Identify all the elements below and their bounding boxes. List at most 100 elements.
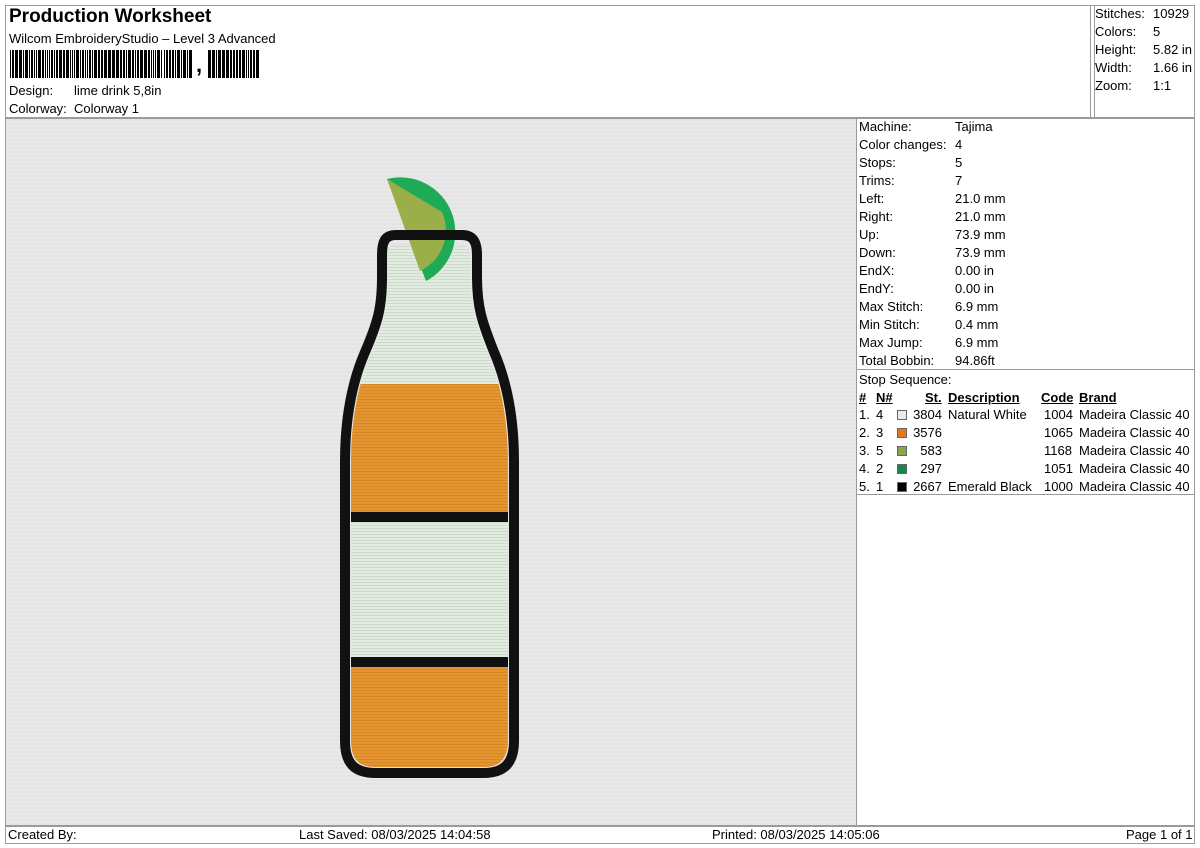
barcode-bar [157, 50, 160, 78]
info-value: 21.0 mm [955, 191, 1006, 206]
page-number: Page 1 of 1 [1126, 827, 1193, 842]
info-row: Color changes: 4 [859, 137, 962, 152]
barcode-bar [189, 50, 192, 78]
barcode-bar [25, 50, 28, 78]
stop-cell-brand: Madeira Classic 40 [1079, 407, 1190, 422]
info-value: 4 [955, 137, 963, 152]
stop-cell-n: 4 [876, 407, 884, 422]
barcode-bar [208, 50, 211, 78]
barcode-bar [212, 50, 215, 78]
info-value: 7 [955, 173, 963, 188]
info-label: Max Jump: [859, 335, 923, 350]
barcode-bar [29, 50, 30, 78]
col-header-brand: Brand [1079, 390, 1117, 405]
barcode-bar [54, 50, 55, 78]
barcode-bar [137, 50, 139, 78]
barcode-bar [89, 50, 91, 78]
info-label: Right: [859, 209, 893, 224]
barcode-bar [161, 50, 162, 78]
stop-cell-num: 5. [859, 479, 870, 494]
barcode-bar [47, 50, 48, 78]
info-row: Max Stitch: 6.9 mm [859, 299, 998, 314]
barcode-bar [10, 50, 11, 78]
info-label: Total Bobbin: [859, 353, 935, 368]
barcode-bar [72, 50, 73, 78]
stop-sequence-title: Stop Sequence: [859, 372, 952, 387]
barcode-bar [177, 50, 180, 78]
barcode-bar [151, 50, 152, 78]
info-value: 73.9 mm [955, 245, 1006, 260]
col-header-code: Code [1041, 390, 1074, 405]
barcode-bar [132, 50, 134, 78]
info-label: Down: [859, 245, 896, 260]
info-value: 0.00 in [955, 263, 995, 278]
barcode-bar [85, 50, 86, 78]
barcode-bar [87, 50, 88, 78]
stop-cell-code: 1168 [1044, 443, 1072, 458]
barcode-bar [42, 50, 44, 78]
barcode-bar [169, 50, 171, 78]
info-value: 21.0 mm [955, 209, 1006, 224]
barcode-bar [94, 50, 97, 78]
info-value: 0.00 in [955, 281, 995, 296]
barcode-bar [253, 50, 255, 78]
barcode-bar [218, 50, 221, 78]
barcode-bar [104, 50, 107, 78]
barcode-bar [12, 50, 14, 78]
barcode-bar [216, 50, 217, 78]
barcode-bar [250, 50, 252, 78]
divider [856, 369, 1195, 370]
color-swatch [897, 464, 907, 474]
stop-cell-num: 1. [859, 407, 870, 422]
barcode-bar [45, 50, 46, 78]
software-subtitle: Wilcom EmbroideryStudio – Level 3 Advanc… [9, 31, 276, 46]
info-row: Max Jump: 6.9 mm [859, 335, 998, 350]
stop-cell-n: 3 [876, 425, 884, 440]
stop-cell-brand: Madeira Classic 40 [1079, 461, 1190, 476]
barcode-bar [31, 50, 33, 78]
barcode-bar [98, 50, 100, 78]
info-row: Down: 73.9 mm [859, 245, 1006, 260]
info-label: Color changes: [859, 137, 947, 152]
stop-cell-num: 2. [859, 425, 870, 440]
barcode-bar [23, 50, 24, 78]
info-row: EndX: 0.00 in [859, 263, 994, 278]
barcode-bar [246, 50, 247, 78]
design-preview [5, 118, 857, 826]
info-label: EndY: [859, 281, 894, 296]
design-value: lime drink 5,8in [74, 83, 162, 98]
summary-colors: Colors: 5 [1095, 24, 1161, 39]
stop-cell-brand: Madeira Classic 40 [1079, 425, 1190, 440]
info-row: Total Bobbin: 94.86ft [859, 353, 995, 368]
divider [856, 494, 1195, 495]
barcode-bar [164, 50, 165, 78]
worksheet-footer [5, 826, 1195, 844]
info-row: Stops: 5 [859, 155, 962, 170]
barcode-bar [56, 50, 58, 78]
barcode-bar [144, 50, 147, 78]
info-label: EndX: [859, 263, 895, 278]
barcode-suffix: , [196, 52, 203, 77]
barcode-bar [155, 50, 156, 78]
barcode-bar [175, 50, 176, 78]
barcode-bar [116, 50, 119, 78]
stop-cell-st: 3576 [913, 425, 942, 440]
info-value: 5 [955, 155, 963, 170]
barcode-bar [36, 50, 37, 78]
info-label: Stops: [859, 155, 896, 170]
info-row: EndY: 0.00 in [859, 281, 994, 296]
design-label: Design: [9, 83, 54, 98]
info-label: Left: [859, 191, 885, 206]
stop-cell-n: 1 [876, 479, 884, 494]
stop-cell-code: 1051 [1044, 461, 1073, 476]
barcode-bar [112, 50, 115, 78]
colorway-value: Colorway 1 [74, 101, 140, 116]
embroidery-design [6, 119, 856, 825]
stop-cell-st: 583 [920, 443, 942, 458]
stop-cell-num: 4. [859, 461, 870, 476]
barcode-bar [187, 50, 188, 78]
col-header-needle: N# [876, 390, 893, 405]
stop-cell-brand: Madeira Classic 40 [1079, 479, 1190, 494]
info-value: 0.4 mm [955, 317, 999, 332]
barcode-bar [49, 50, 50, 78]
